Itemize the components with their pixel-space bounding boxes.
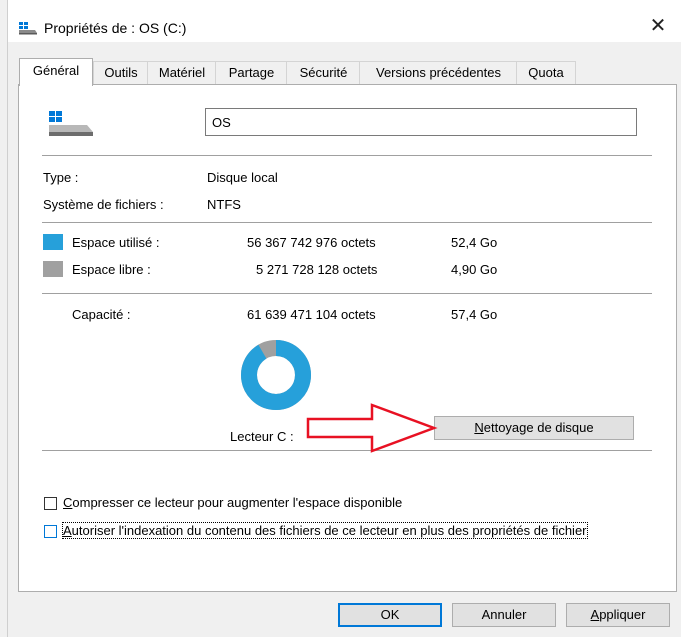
general-panel: Type : Disque local Système de fichiers … xyxy=(18,84,677,592)
capacity-bytes: 61 639 471 104 octets xyxy=(247,307,376,322)
tab-quota[interactable]: Quota xyxy=(516,61,576,84)
tab-general[interactable]: Général xyxy=(19,58,93,86)
indexing-text: utoriser l'indexation du contenu des fic… xyxy=(71,523,587,538)
apply-mnemonic: A xyxy=(590,607,600,622)
apply-button[interactable]: Appliquer xyxy=(566,603,670,627)
used-space-bytes: 56 367 742 976 octets xyxy=(247,235,376,250)
drive-name-field[interactable] xyxy=(205,108,637,136)
cleanup-text: ettoyage de disque xyxy=(483,420,594,435)
apply-text: ppliquer xyxy=(599,607,646,622)
compress-mnemonic: C xyxy=(63,495,73,510)
donut-used-segment xyxy=(241,340,311,410)
tab-previous-versions[interactable]: Versions précédentes xyxy=(359,61,518,84)
properties-window: Propriétés de : OS (C:) ✕ Général Outils… xyxy=(7,0,681,637)
free-space-bytes: 5 271 728 128 octets xyxy=(256,262,378,277)
indexing-label[interactable]: Autoriser l'indexation du contenu des fi… xyxy=(62,522,588,539)
capacity-size: 57,4 Go xyxy=(451,307,498,322)
filesystem-value: NTFS xyxy=(207,197,241,212)
compress-checkbox[interactable] xyxy=(44,497,57,510)
separator xyxy=(42,155,652,156)
red-arrow-annotation xyxy=(306,403,438,453)
indexing-mnemonic: A xyxy=(63,523,72,538)
drive-letter-label: Lecteur C : xyxy=(230,429,294,444)
disk-cleanup-button[interactable]: Nettoyage de disque xyxy=(434,416,634,440)
free-space-swatch xyxy=(43,261,63,277)
tab-security[interactable]: Sécurité xyxy=(286,61,361,84)
used-space-swatch xyxy=(43,234,63,250)
capacity-label: Capacité : xyxy=(72,307,131,322)
cancel-button[interactable]: Annuler xyxy=(452,603,556,627)
separator xyxy=(42,222,652,223)
tab-tools[interactable]: Outils xyxy=(93,61,149,84)
close-icon: ✕ xyxy=(649,15,667,37)
used-space-label: Espace utilisé : xyxy=(72,235,160,250)
usage-donut-chart xyxy=(241,340,311,410)
cleanup-mnemonic: N xyxy=(474,420,484,435)
drive-icon xyxy=(49,111,93,136)
compress-label[interactable]: Compresser ce lecteur pour augmenter l'e… xyxy=(63,495,402,510)
separator xyxy=(42,293,652,294)
tab-hardware[interactable]: Matériel xyxy=(147,61,217,84)
free-space-size: 4,90 Go xyxy=(451,262,498,277)
close-button[interactable]: ✕ xyxy=(646,14,670,38)
ok-button[interactable]: OK xyxy=(338,603,442,627)
window-title: Propriétés de : OS (C:) xyxy=(44,20,187,36)
used-space-size: 52,4 Go xyxy=(451,235,498,250)
indexing-checkbox[interactable] xyxy=(44,525,57,538)
compress-text: ompresser ce lecteur pour augmenter l'es… xyxy=(72,495,403,510)
title-bar: Propriétés de : OS (C:) ✕ xyxy=(8,0,681,42)
type-value: Disque local xyxy=(207,170,278,185)
filesystem-label: Système de fichiers : xyxy=(43,197,164,212)
tab-sharing[interactable]: Partage xyxy=(215,61,288,84)
type-label: Type : xyxy=(43,170,79,185)
drive-icon xyxy=(19,22,37,35)
free-space-label: Espace libre : xyxy=(72,262,151,277)
